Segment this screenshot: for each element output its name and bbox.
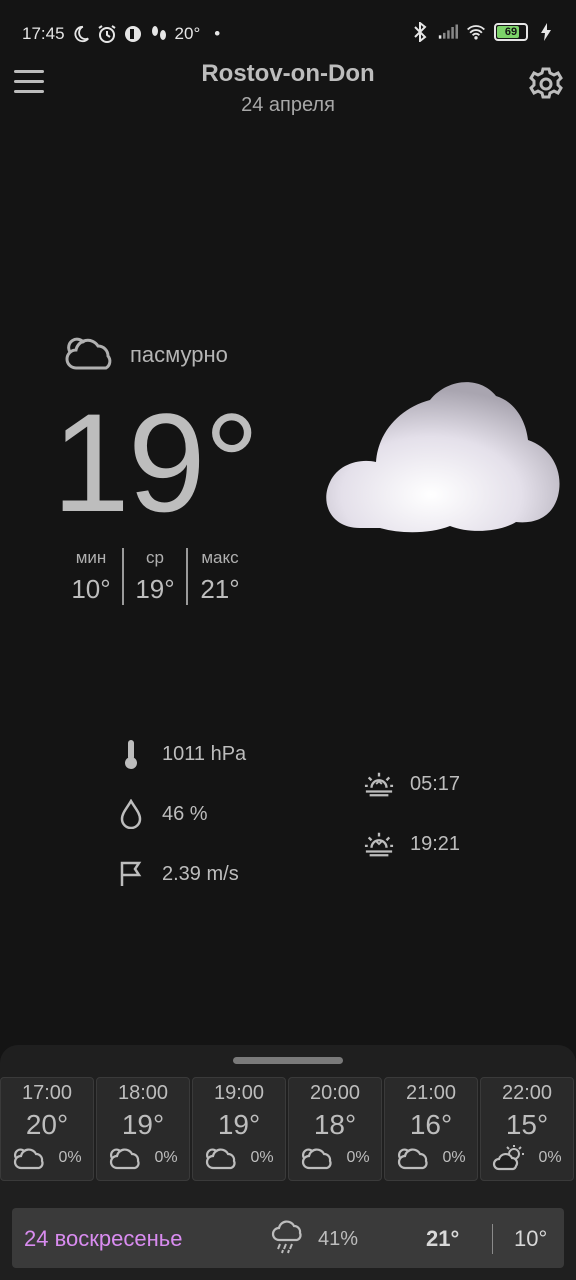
hour-time: 19:00 xyxy=(213,1082,265,1104)
hour-card[interactable]: 20:00 18° 0% xyxy=(288,1077,382,1181)
divider xyxy=(492,1224,493,1254)
wifi-icon xyxy=(466,22,486,42)
cloudy-icon xyxy=(62,330,116,374)
sheet-drag-handle[interactable] xyxy=(233,1057,343,1064)
hour-card[interactable]: 18:00 19° 0% xyxy=(96,1077,190,1181)
battery-icon: 69 xyxy=(494,23,528,41)
hour-temp: 15° xyxy=(505,1109,549,1140)
hour-temp: 16° xyxy=(409,1109,453,1140)
sunset-icon xyxy=(364,828,394,860)
humidity-detail: 46 % xyxy=(116,798,208,830)
hour-temp: 18° xyxy=(313,1109,357,1140)
cloud-icon xyxy=(14,1148,45,1170)
hour-precip: 0% xyxy=(154,1149,178,1166)
hour-time: 20:00 xyxy=(309,1082,361,1104)
bluetooth-icon xyxy=(410,22,430,42)
avg-label: ср xyxy=(146,548,164,567)
battery-level: 69 xyxy=(504,26,518,38)
water-drop-icon xyxy=(116,798,146,830)
hour-time: 22:00 xyxy=(501,1082,553,1104)
hour-precip: 0% xyxy=(58,1149,82,1166)
signal-icon xyxy=(438,22,458,42)
settings-button[interactable] xyxy=(528,66,564,102)
partly-cloudy-icon xyxy=(493,1145,525,1171)
rain-cloud-icon xyxy=(270,1220,306,1256)
hour-temp: 19° xyxy=(121,1109,165,1140)
hour-precip: 0% xyxy=(442,1149,466,1166)
hour-time: 21:00 xyxy=(405,1082,457,1104)
hour-precip: 0% xyxy=(538,1149,562,1166)
max-label: макс xyxy=(201,548,239,567)
day-precip: 41% xyxy=(318,1228,359,1250)
flag-icon xyxy=(116,858,146,890)
hour-precip: 0% xyxy=(346,1149,370,1166)
hour-temp: 20° xyxy=(25,1109,69,1140)
pressure-value: 1011 hPa xyxy=(162,742,247,765)
steps-icon xyxy=(149,24,169,44)
thermometer-icon xyxy=(116,738,146,770)
current-date: 24 апреля xyxy=(241,94,335,116)
app-icon xyxy=(123,24,143,44)
daily-forecast-row[interactable]: 24 воскресенье 41% 21° 10° xyxy=(12,1208,564,1268)
sunrise-icon xyxy=(364,768,394,800)
forecast-sheet[interactable]: 17:00 20° 0% 18:00 19° 0% 19:00 19° 0% 2… xyxy=(0,1045,576,1280)
wind-detail: 2.39 m/s xyxy=(116,858,239,890)
hour-time: 18:00 xyxy=(117,1082,169,1104)
status-dot: • xyxy=(214,24,221,43)
max-temp: макс 21° xyxy=(186,548,252,605)
wind-value: 2.39 m/s xyxy=(162,862,239,885)
weather-condition: пасмурно xyxy=(130,342,228,367)
day-high: 21° xyxy=(426,1226,460,1251)
temperature-range: мин 10° ср 19° макс 21° xyxy=(60,548,252,605)
cloud-icon xyxy=(206,1148,237,1170)
sunset-detail: 19:21 xyxy=(364,828,460,860)
sunrise-time: 05:17 xyxy=(410,772,461,795)
max-value: 21° xyxy=(200,574,240,604)
alarm-icon xyxy=(97,24,117,44)
hour-card[interactable]: 22:00 15° 0% xyxy=(480,1077,574,1181)
hour-card[interactable]: 21:00 16° 0% xyxy=(384,1077,478,1181)
humidity-value: 46 % xyxy=(162,802,208,825)
hour-time: 17:00 xyxy=(21,1082,73,1104)
hour-card[interactable]: 19:00 19° 0% xyxy=(192,1077,286,1181)
sunset-time: 19:21 xyxy=(410,832,461,855)
moon-icon xyxy=(71,24,91,44)
hour-precip: 0% xyxy=(250,1149,274,1166)
sunrise-detail: 05:17 xyxy=(364,768,460,800)
gear-icon xyxy=(529,67,563,99)
min-label: мин xyxy=(75,548,107,567)
avg-temp: ср 19° xyxy=(122,548,186,605)
hour-temp: 19° xyxy=(217,1109,261,1140)
cloud-icon xyxy=(398,1148,429,1170)
min-value: 10° xyxy=(71,574,111,604)
pressure-detail: 1011 hPa xyxy=(116,738,246,770)
city-name[interactable]: Rostov-on-Don xyxy=(0,60,576,88)
status-temperature: 20° xyxy=(174,24,201,43)
current-temperature: 19° xyxy=(52,384,260,541)
weather-illustration-cloud-icon xyxy=(320,372,564,536)
charging-icon xyxy=(536,22,556,42)
avg-value: 19° xyxy=(135,574,175,604)
day-name: 24 воскресенье xyxy=(24,1226,183,1251)
hour-card[interactable]: 17:00 20° 0% xyxy=(0,1077,94,1181)
status-time: 17:45 xyxy=(22,24,65,43)
cloud-icon xyxy=(110,1148,141,1170)
hourly-forecast[interactable]: 17:00 20° 0% 18:00 19° 0% 19:00 19° 0% 2… xyxy=(0,1077,576,1181)
min-temp: мин 10° xyxy=(60,548,122,605)
cloud-icon xyxy=(302,1148,333,1170)
day-low: 10° xyxy=(514,1226,548,1251)
